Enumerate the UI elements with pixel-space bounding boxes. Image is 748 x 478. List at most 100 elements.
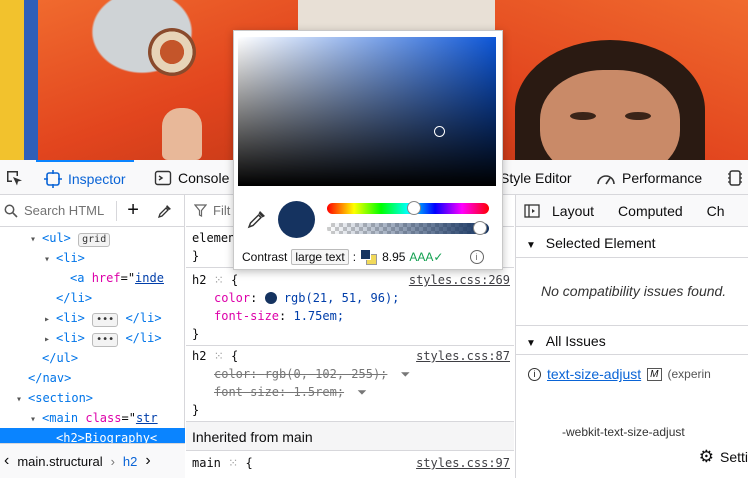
breadcrumb-item-main[interactable]: main.structural [17, 454, 102, 469]
rule-source-link[interactable]: styles.css:269 [409, 271, 510, 289]
markup-node[interactable]: </li> [0, 288, 185, 308]
selector-text: h2 [192, 273, 207, 287]
markup-node[interactable]: ▾ <li> [0, 248, 185, 268]
settings-button[interactable]: ⚙ Setti [699, 444, 748, 470]
hue-slider-thumb[interactable] [407, 201, 421, 215]
rule-h2-269-selector[interactable]: h2 ⁙ { styles.css:269 [186, 271, 514, 289]
node-tag: </li> [56, 291, 93, 305]
declaration-font-size-overridden[interactable]: font-size: 1.5rem; ⏷ [186, 383, 514, 401]
collapsed-twisty-icon[interactable]: ▸ [44, 330, 56, 348]
breadcrumb-back-icon[interactable]: ‹ [4, 452, 9, 470]
color-swatch-icon[interactable] [264, 292, 277, 304]
tab-performance-label: Performance [622, 169, 703, 186]
open-brace: { [230, 349, 239, 363]
markup-node[interactable]: ▾ <ul> grid [0, 228, 185, 248]
element-picker-button[interactable] [4, 160, 24, 195]
eyedropper-icon[interactable] [246, 208, 268, 230]
collapsed-content-badge[interactable]: ••• [92, 333, 119, 347]
tab-changes[interactable]: Ch [707, 203, 725, 219]
rule-source-link[interactable]: styles.css:97 [416, 454, 510, 472]
brace-text: } [192, 249, 200, 263]
grid-highlighter-icon[interactable]: ⁙ [214, 273, 224, 287]
grid-badge[interactable]: grid [78, 233, 111, 247]
tab-performance[interactable]: Performance [596, 160, 702, 195]
collapsed-content-badge[interactable]: ••• [92, 313, 119, 327]
markup-tree: ▾ <ul> grid ▾ <li> <a href="inde </li> ▸ <li> •… [0, 228, 185, 448]
selected-element-header[interactable]: ▼ Selected Element [516, 228, 748, 258]
node-tag: <ul> [42, 231, 71, 245]
rule-source-link[interactable]: styles.css:87 [416, 347, 510, 365]
filter-styles-input[interactable]: Filt [213, 203, 230, 218]
section-title: Selected Element [545, 235, 656, 251]
breadcrumb: ‹ main.structural › h2 › [0, 443, 185, 478]
declaration-color[interactable]: color: rgb(21, 51, 96); [186, 289, 514, 307]
issue-item: i text-size-adjust M (experin [528, 366, 711, 382]
alpha-slider[interactable] [327, 221, 489, 235]
astronaut-face [540, 70, 680, 160]
breadcrumb-forward-icon[interactable]: › [145, 452, 150, 470]
all-issues-header[interactable]: ▼ All Issues [516, 325, 748, 355]
tab-computed[interactable]: Computed [618, 203, 683, 219]
search-html-input[interactable]: Search HTML [24, 203, 104, 218]
property-value[interactable]: 1.75em; [293, 309, 344, 323]
markup-node[interactable]: ▸ <li> ••• </li> [0, 308, 185, 328]
eye-left [570, 112, 596, 120]
expanded-twisty-icon[interactable]: ▾ [16, 390, 28, 408]
node-attribute-value[interactable]: str [136, 411, 158, 425]
declaration-font-size[interactable]: font-size: 1.75em; [186, 307, 514, 325]
markup-node[interactable]: ▾ <main class="str [0, 408, 185, 428]
collapsed-twisty-icon[interactable]: ▸ [44, 310, 56, 328]
expanded-twisty-icon[interactable]: ▾ [30, 230, 42, 248]
rule-separator [186, 345, 514, 346]
no-issues-message: No compatibility issues found. [541, 283, 727, 299]
rule-main-selector[interactable]: main ⁙ { styles.css:97 [186, 454, 514, 472]
markup-node[interactable]: </ul> [0, 348, 185, 368]
gear-icon: ⚙ [698, 447, 714, 466]
saturation-area[interactable] [238, 37, 496, 186]
eyedropper-icon[interactable] [157, 203, 173, 219]
grid-highlighter-icon[interactable]: ⁙ [214, 349, 224, 363]
property-name: font-size [214, 309, 280, 323]
rule-h2-87-selector[interactable]: h2 ⁙ { styles.css:87 [186, 347, 514, 365]
node-tag: <a [70, 271, 85, 285]
info-icon: i [528, 367, 541, 381]
toggle-pane-icon[interactable] [524, 203, 540, 218]
alpha-slider-thumb[interactable] [473, 221, 487, 235]
property-value[interactable]: rgb(21, 51, 96); [284, 291, 400, 305]
issue-property-link[interactable]: text-size-adjust [547, 366, 641, 382]
markup-panel: Search HTML + ▾ <ul> grid ▾ <li> <a href="in… [0, 195, 185, 478]
declaration-color-overridden[interactable]: color: rgb(0, 102, 255); ⏷ [186, 365, 514, 383]
tab-style-editor[interactable]: Style Editor [500, 160, 572, 195]
expanded-twisty-icon[interactable]: ▾ [44, 250, 56, 268]
property-value[interactable]: rgb(0, 102, 255); [265, 367, 388, 381]
saturation-handle[interactable] [434, 126, 445, 137]
open-brace: { [245, 456, 253, 470]
add-node-icon[interactable]: + [127, 199, 139, 222]
property-value[interactable]: 1.5rem; [293, 385, 344, 399]
node-close-tag: </li> [125, 331, 162, 345]
rule-close: } [186, 401, 514, 419]
expanded-twisty-icon[interactable]: ▾ [30, 410, 42, 428]
overridden-filter-icon[interactable]: ⏷ [401, 367, 411, 381]
grid-highlighter-icon[interactable]: ⁙ [228, 456, 238, 470]
tab-console[interactable]: Console [154, 160, 229, 195]
tab-layout[interactable]: Layout [552, 203, 594, 219]
contrast-swatch-icon [360, 249, 378, 265]
console-icon [154, 169, 172, 187]
markup-node[interactable]: ▸ <li> ••• </li> [0, 328, 185, 348]
tab-inspector[interactable]: Inspector [36, 160, 134, 195]
node-attribute-value[interactable]: inde [135, 271, 164, 285]
search-icon [4, 204, 18, 218]
markup-node[interactable]: ▾ <section> [0, 388, 185, 408]
markup-node[interactable]: <a href="inde [0, 268, 185, 288]
property-name: font-size [214, 385, 280, 399]
hue-slider[interactable] [327, 201, 489, 215]
chevron-down-icon: ▼ [526, 338, 536, 349]
info-icon[interactable]: i [469, 250, 484, 264]
markup-node[interactable]: </nav> [0, 368, 185, 388]
overridden-filter-icon[interactable]: ⏷ [357, 385, 367, 399]
contrast-label: Contrast [242, 250, 288, 264]
tab-overflow[interactable] [726, 160, 744, 195]
selector-text: main [192, 456, 221, 470]
breadcrumb-item-h2[interactable]: h2 [123, 454, 137, 469]
